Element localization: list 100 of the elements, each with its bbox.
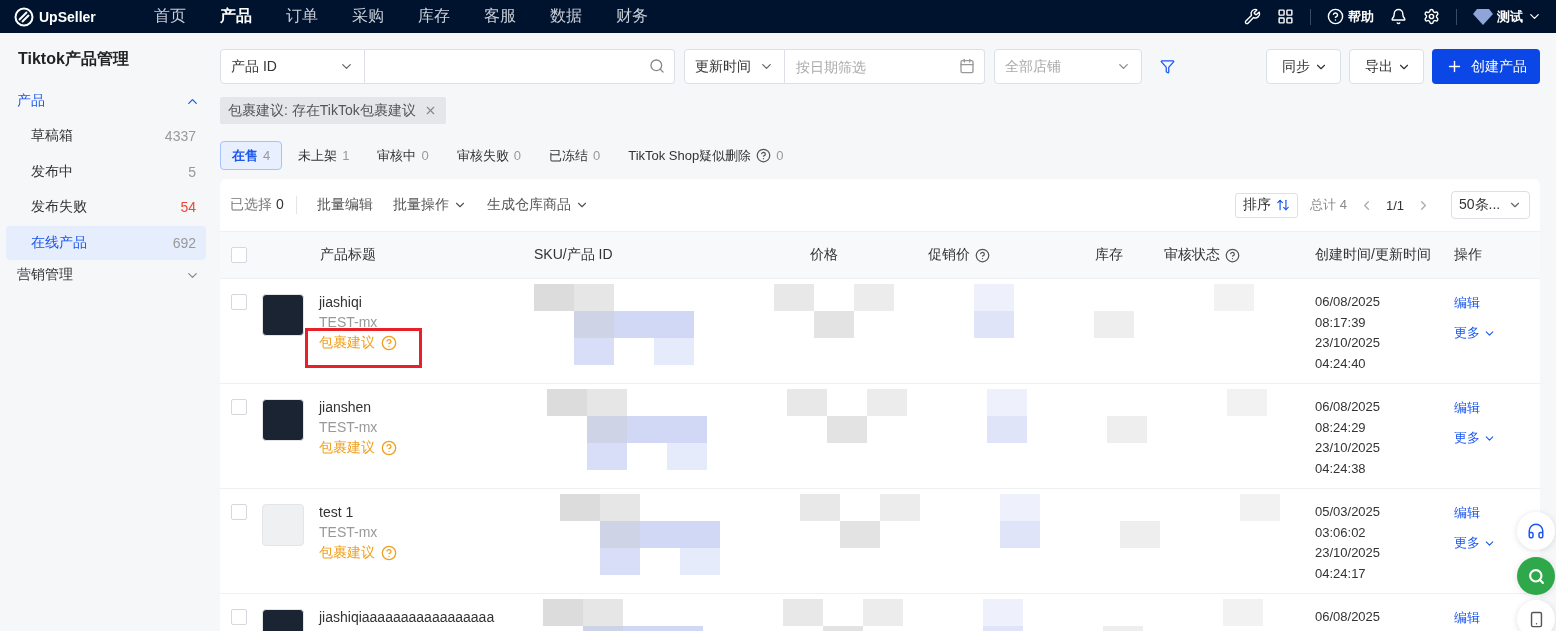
product-title: jianshen — [319, 399, 373, 416]
nav-item[interactable]: 产品 — [203, 6, 269, 27]
item-count: 54 — [180, 199, 196, 215]
nav-item[interactable]: 库存 — [401, 6, 467, 27]
sidebar-item[interactable]: 在线产品 692 — [6, 225, 206, 260]
checkbox[interactable] — [231, 609, 247, 625]
support-button[interactable] — [1517, 512, 1555, 550]
status-tab[interactable]: 在售 4 — [220, 141, 283, 170]
sidebar-group[interactable]: 产品 — [6, 87, 206, 115]
filter-chip-label: 包裹建议: 存在TikTok包裹建议 — [228, 101, 416, 120]
help-icon — [1327, 8, 1344, 25]
store-name: TEST-mx — [319, 314, 379, 331]
more-link[interactable]: 更多 — [1454, 429, 1496, 447]
help-icon — [381, 439, 397, 456]
search-field[interactable] — [365, 49, 675, 84]
photo-placeholder — [262, 504, 304, 546]
total-count: 总计 4 — [1310, 196, 1347, 214]
sidebar-item[interactable]: 发布失败 54 — [6, 190, 206, 224]
store-name: TEST-mx — [319, 524, 379, 541]
status-tab[interactable]: 审核中 0 — [365, 141, 441, 170]
dropdown-button[interactable]: 导出 — [1349, 49, 1424, 84]
item-count: 5 — [188, 163, 196, 180]
time-type-select[interactable]: 更新时间 — [684, 49, 785, 84]
more-link[interactable]: 更多 — [1454, 324, 1496, 342]
page-number: 1/1 — [1385, 197, 1404, 213]
column-header: 产品标题 — [320, 246, 376, 264]
nav-item[interactable]: 订单 — [269, 6, 335, 27]
nav-item[interactable]: 采购 — [335, 6, 401, 27]
column-header: 创建时间/更新时间 — [1315, 246, 1431, 264]
sort-button[interactable]: 排序 — [1235, 192, 1299, 218]
store-name: TEST-mx — [319, 419, 379, 436]
bell-icon[interactable] — [1390, 8, 1407, 25]
checkbox[interactable] — [231, 294, 247, 310]
timestamp: 23/10/2025 — [1315, 545, 1382, 562]
nav-item[interactable]: 首页 — [137, 6, 203, 27]
edit-link[interactable]: 编辑 — [1454, 294, 1480, 312]
timestamp: 06/08/2025 — [1315, 294, 1382, 311]
create-product-button[interactable]: 创建产品 — [1432, 49, 1540, 84]
checkbox[interactable] — [231, 399, 247, 415]
item-count: 4337 — [164, 128, 196, 144]
search-type-select[interactable]: 产品 ID — [220, 49, 365, 84]
nav-item[interactable]: 财务 — [599, 6, 665, 27]
product-title: jiashiqiaaaaaaaaaaaaaaaaa — [319, 609, 495, 626]
column-header: 审核状态 — [1164, 246, 1220, 264]
product-title: jiashiqi — [319, 294, 363, 311]
checkbox[interactable] — [231, 504, 247, 520]
edit-link[interactable]: 编辑 — [1454, 609, 1480, 627]
help-icon — [381, 544, 397, 561]
timestamp: 23/10/2025 — [1315, 335, 1382, 352]
headset-icon — [1527, 522, 1545, 540]
date-field[interactable]: 按日期筛选 — [785, 49, 985, 84]
product-title: test 1 — [319, 504, 355, 521]
photo-placeholder — [262, 294, 304, 336]
status-tab[interactable]: TikTok Shop疑似删除 0 — [616, 141, 796, 170]
mobile-button[interactable] — [1517, 600, 1555, 631]
dropdown-button[interactable]: 同步 — [1266, 49, 1341, 84]
nav-item[interactable]: 客服 — [467, 6, 533, 27]
sidebar-item[interactable]: 发布中 5 — [6, 154, 206, 189]
column-header: 操作 — [1454, 246, 1482, 264]
timestamp: 06/08/2025 — [1315, 609, 1382, 626]
wrench-icon[interactable] — [1244, 8, 1261, 25]
column-header: 库存 — [1095, 246, 1123, 264]
help-icon — [381, 334, 397, 351]
sidebar-group[interactable]: 营销管理 — [6, 261, 206, 289]
toolbar-action[interactable]: 批量编辑 — [316, 196, 373, 214]
sidebar-title: Tiktok产品管理 — [17, 49, 130, 69]
help-icon[interactable] — [975, 247, 990, 263]
edit-link[interactable]: 编辑 — [1454, 399, 1480, 417]
timestamp: 23/10/2025 — [1315, 440, 1382, 457]
timestamp: 04:24:17 — [1315, 565, 1367, 582]
settings-icon[interactable] — [1423, 8, 1440, 25]
toolbar-action[interactable]: 生成仓库商品 — [486, 196, 589, 214]
calendar-icon[interactable] — [959, 58, 975, 74]
help-button[interactable]: 帮助 — [1327, 7, 1374, 26]
more-link[interactable]: 更多 — [1454, 534, 1496, 552]
help-icon[interactable] — [1225, 247, 1240, 263]
status-tab[interactable]: 审核失败 0 — [444, 141, 533, 170]
search-icon[interactable] — [649, 58, 665, 74]
filter-icon[interactable] — [1160, 59, 1175, 74]
status-tab[interactable]: 已冻结 0 — [536, 141, 613, 170]
timestamp: 04:24:40 — [1315, 355, 1367, 372]
apps-icon[interactable] — [1277, 8, 1294, 25]
timestamp: 08:17:39 — [1315, 314, 1367, 331]
column-header: 价格 — [810, 246, 838, 264]
plus-icon — [1446, 58, 1463, 75]
timestamp: 08:24:29 — [1315, 419, 1367, 436]
timestamp: 05/03/2025 — [1315, 504, 1382, 521]
toolbar-action[interactable]: 批量操作 — [392, 196, 467, 214]
timestamp: 06/08/2025 — [1315, 399, 1382, 416]
page-size-select[interactable]: 50条... — [1451, 191, 1530, 219]
selected-count: 已选择 0 — [230, 196, 297, 214]
column-header: SKU/产品 ID — [534, 246, 613, 264]
status-tab[interactable]: 未上架 1 — [286, 141, 362, 170]
nav-item[interactable]: 数据 — [533, 6, 599, 27]
sidebar-item[interactable]: 草稿箱 4337 — [6, 119, 206, 153]
edit-link[interactable]: 编辑 — [1454, 504, 1480, 522]
timestamp: 03:06:02 — [1315, 524, 1367, 541]
search-button[interactable] — [1517, 557, 1555, 595]
user-menu[interactable]: 测试 — [1473, 7, 1542, 26]
checkbox[interactable] — [231, 247, 247, 263]
